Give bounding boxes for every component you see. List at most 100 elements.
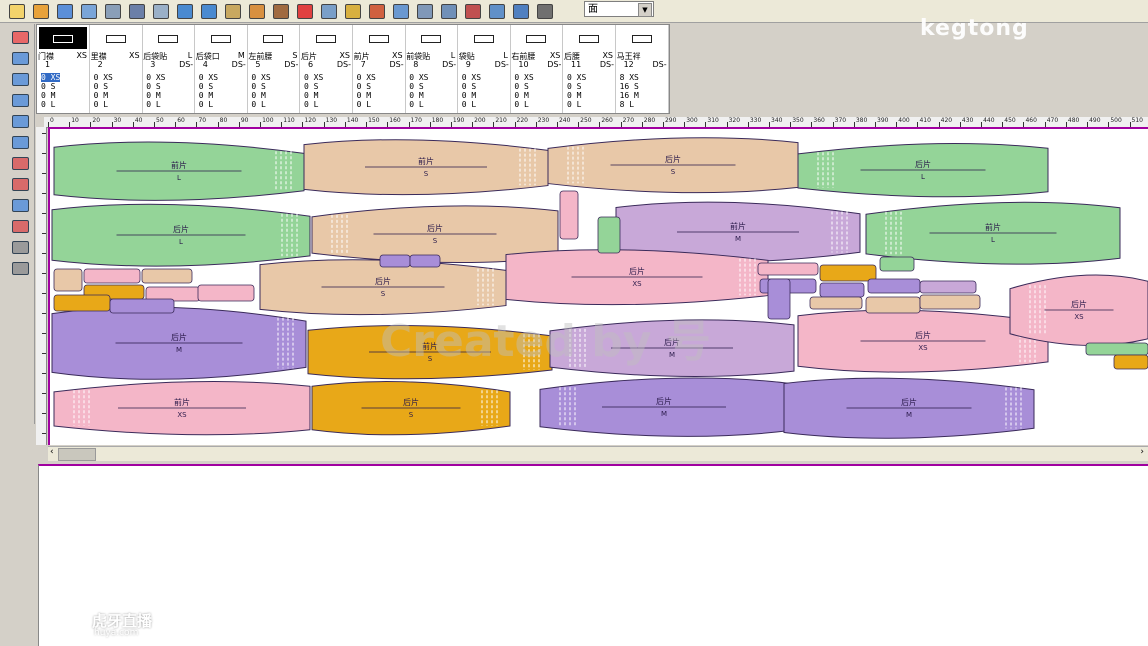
pattern-piece[interactable]: 前片 XS: [53, 381, 311, 436]
piece-quantity-row[interactable]: 0 M: [357, 91, 371, 100]
piece-quantity-row[interactable]: 0 M: [514, 91, 528, 100]
piece-quantity-row[interactable]: 8 XS: [620, 73, 639, 82]
tools-icon[interactable]: [270, 1, 290, 20]
piece-quantity-row[interactable]: 0 S: [357, 82, 371, 91]
piece-quantity-row[interactable]: 0 XS: [514, 73, 533, 82]
piece-quantity-row[interactable]: 0 S: [146, 82, 160, 91]
piece-thumbnail[interactable]: [39, 27, 87, 49]
piece-quantity-row[interactable]: 0 M: [199, 91, 213, 100]
marker-canvas[interactable]: 前片 L 前片 S 后片 S 后片 L 后片 L 后片 S 前片 M 前片 L 后片 S 后片 XS 后片 M 前片 S 后片 M…: [48, 127, 1148, 445]
small-pattern-piece[interactable]: [53, 268, 83, 292]
piece-quantity-row[interactable]: 0 L: [304, 100, 318, 109]
marker-board[interactable]: 前片 L 前片 S 后片 S 后片 L 后片 L 后片 S 前片 M 前片 L 后片 S 后片 XS 后片 M 前片 S 后片 M…: [50, 129, 1148, 445]
calculator-icon[interactable]: [438, 1, 458, 20]
join-icon[interactable]: [9, 196, 31, 214]
small-pattern-piece[interactable]: [867, 278, 921, 294]
pattern-piece[interactable]: 前片 L: [865, 201, 1121, 265]
piece-thumbnail[interactable]: [249, 27, 298, 49]
piece-quantity-row[interactable]: 0 S: [94, 82, 108, 91]
text-icon[interactable]: [342, 1, 362, 20]
open-folder-icon[interactable]: [30, 1, 50, 20]
piece-quantity-row[interactable]: 0 L: [514, 100, 528, 109]
export-icon[interactable]: [54, 1, 74, 20]
piece-quantity-row[interactable]: 0 L: [462, 100, 476, 109]
piece-quantity-row[interactable]: 0 S: [199, 82, 213, 91]
piece-column[interactable]: 里襟 XS 2 0 XS 0 S0 M0 L: [90, 25, 143, 113]
small-pattern-piece[interactable]: [1113, 354, 1148, 370]
piece-thumbnail[interactable]: [144, 27, 193, 49]
small-pattern-piece[interactable]: [83, 268, 141, 284]
piece-thumbnail[interactable]: [407, 27, 456, 49]
piece-quantity-row[interactable]: 0 S: [251, 82, 265, 91]
piece-quantity-row[interactable]: 0 L: [146, 100, 160, 109]
piece-quantity-row[interactable]: 0 XS: [409, 73, 428, 82]
undo-icon[interactable]: [174, 1, 194, 20]
piece-quantity-row[interactable]: 16 M: [620, 91, 639, 100]
small-pattern-piece[interactable]: [409, 254, 441, 268]
pattern-piece[interactable]: 前片 S: [303, 139, 549, 196]
piece-quantity-row[interactable]: 0 M: [409, 91, 423, 100]
table-icon[interactable]: [318, 1, 338, 20]
zoom-icon[interactable]: [9, 238, 31, 256]
piece-quantity-row[interactable]: 0 XS: [567, 73, 586, 82]
small-pattern-piece[interactable]: [865, 296, 921, 314]
piece-column[interactable]: 袋贴 L 9 DS- 0 XS 0 S0 M0 L: [458, 25, 511, 113]
color-wheel-icon[interactable]: [294, 1, 314, 20]
piece-thumbnail[interactable]: [91, 27, 140, 49]
piece-quantity-row[interactable]: 0 XS: [357, 73, 376, 82]
piece-quantity-row[interactable]: 0 XS: [251, 73, 270, 82]
piece-thumbnail[interactable]: [565, 27, 613, 49]
ruler-icon[interactable]: [9, 49, 31, 67]
small-pattern-piece[interactable]: [809, 296, 863, 310]
piece-column[interactable]: 门襟 XS 1 0 XS 0 S0 M0 L: [37, 25, 90, 113]
piece-quantity-row[interactable]: 0 S: [462, 82, 476, 91]
piece-quantity-row[interactable]: 0 XS: [199, 73, 218, 82]
piece-quantity-row[interactable]: 0 M: [251, 91, 265, 100]
piece-thumbnail[interactable]: [196, 27, 245, 49]
small-pattern-piece[interactable]: [767, 278, 791, 320]
piece-quantity-row[interactable]: 0 XS: [94, 73, 113, 82]
cut-icon[interactable]: [9, 217, 31, 235]
small-pattern-piece[interactable]: [141, 268, 193, 284]
piece-quantity-row[interactable]: 0 M: [304, 91, 318, 100]
piece-column[interactable]: 后片 XS 6 DS- 0 XS 0 S0 M0 L: [300, 25, 353, 113]
spacing-icon[interactable]: [9, 133, 31, 151]
move-piece-icon[interactable]: [9, 112, 31, 130]
piece-column[interactable]: 右前腰 XS 10 DS- 0 XS 0 S0 M0 L: [510, 25, 564, 113]
small-pattern-piece[interactable]: [379, 254, 411, 268]
small-pattern-piece[interactable]: [53, 294, 111, 312]
piece-thumbnail[interactable]: [302, 27, 350, 49]
piece-quantity-row[interactable]: 16 S: [620, 82, 639, 91]
piece-column[interactable]: 后袋贴 L 3 DS- 0 XS 0 S0 M0 L: [142, 25, 196, 113]
print-preview-icon[interactable]: [150, 1, 170, 20]
piece-column[interactable]: 后腰 XS 11 DS- 0 XS 0 S0 M0 L: [563, 25, 616, 113]
small-pattern-piece[interactable]: [197, 284, 255, 302]
fold-icon[interactable]: [9, 154, 31, 172]
piece-quantity-row[interactable]: 0 L: [409, 100, 423, 109]
piece-quantity-row[interactable]: 0 M: [94, 91, 108, 100]
pattern-piece[interactable]: 后片 L: [51, 203, 311, 267]
piece-quantity-row[interactable]: 0 L: [357, 100, 371, 109]
piece-quantity-row[interactable]: 0 XS: [146, 73, 165, 82]
scroll-thumb[interactable]: [58, 448, 96, 461]
piece-thumbnail[interactable]: [617, 27, 666, 49]
piece-quantity-row[interactable]: 8 L: [620, 100, 634, 109]
piece-quantity-row[interactable]: 0 S: [409, 82, 423, 91]
pattern-piece[interactable]: 后片 XS: [1009, 274, 1148, 346]
small-pattern-piece[interactable]: [879, 256, 915, 272]
horizontal-scrollbar[interactable]: ‹ ›: [48, 446, 1148, 461]
small-pattern-piece[interactable]: [559, 190, 579, 240]
piece-thumbnail[interactable]: [512, 27, 561, 49]
chevron-down-icon[interactable]: ▼: [638, 3, 652, 17]
save-icon[interactable]: [78, 1, 98, 20]
pattern-piece[interactable]: 后片 XS: [505, 249, 769, 306]
redo-icon[interactable]: [198, 1, 218, 20]
piece-quantity-row[interactable]: 0 L: [94, 100, 108, 109]
piece-column[interactable]: 左前腰 S 5 DS- 0 XS 0 S0 M0 L: [247, 25, 301, 113]
piece-quantity-row[interactable]: 0 M: [462, 91, 476, 100]
piece-quantity-row[interactable]: 0 S: [514, 82, 528, 91]
piece-quantity-row[interactable]: 0 L: [41, 100, 55, 109]
zoom-fit-icon[interactable]: [9, 259, 31, 277]
flip-piece-icon[interactable]: [9, 91, 31, 109]
delete-icon[interactable]: [534, 1, 554, 20]
